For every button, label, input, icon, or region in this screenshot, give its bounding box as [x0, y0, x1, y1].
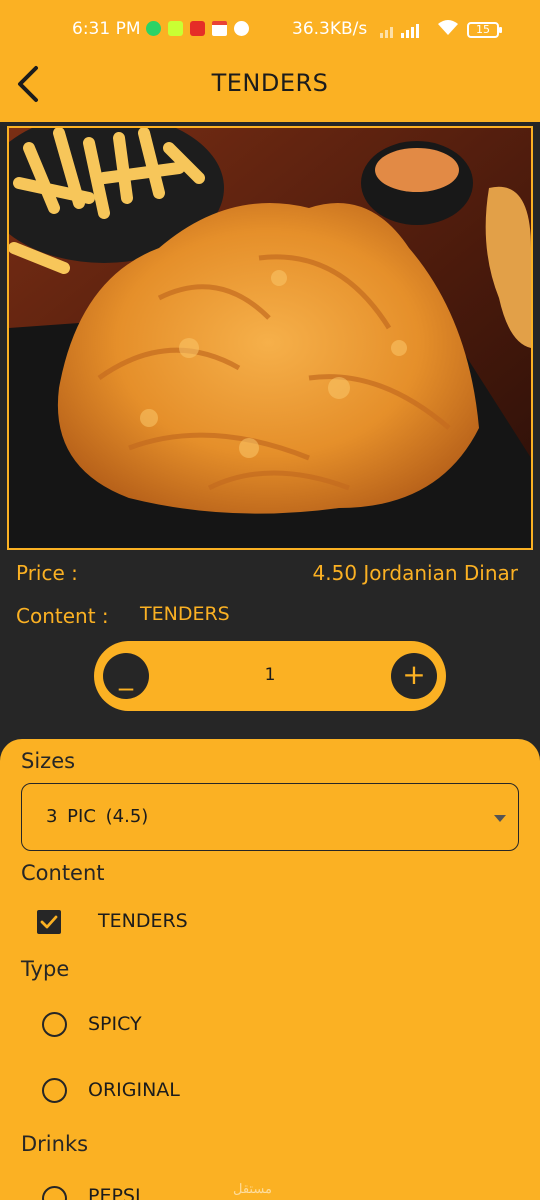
gmail-icon [212, 21, 227, 36]
price-value: 4.50 Jordanian Dinar [312, 561, 518, 585]
status-bar: 6:31 PM 36.3KB/s 15 [0, 0, 540, 60]
battery-icon: 15 [467, 22, 502, 38]
page-title: TENDERS [211, 69, 329, 97]
status-app-icons [146, 21, 249, 36]
notification-icon [234, 21, 249, 36]
checkmark-icon [40, 915, 58, 929]
size-select-value: 3 PIC (4.5) [46, 806, 149, 827]
caret-down-icon [494, 815, 506, 822]
product-image [7, 126, 533, 550]
app-header: 6:31 PM 36.3KB/s 15 TENDERS [0, 0, 540, 122]
type-option-label: SPICY [88, 1013, 142, 1035]
drink-radio-pepsi[interactable] [42, 1186, 67, 1200]
drinks-heading: Drinks [21, 1132, 89, 1156]
tenders-photo [9, 128, 531, 548]
drink-option-label: PEPSI [88, 1185, 141, 1200]
app-icon [168, 21, 183, 36]
signal-icon [380, 18, 419, 38]
status-time: 6:31 PM [72, 19, 141, 39]
type-radio-spicy[interactable] [42, 1012, 67, 1037]
options-panel: Sizes 3 PIC (4.5) Content TENDERS Type S… [0, 739, 540, 1200]
type-option-label: ORIGINAL [88, 1079, 180, 1101]
watermark: مستقل [233, 1182, 272, 1197]
type-radio-original[interactable] [42, 1078, 67, 1103]
increase-quantity-button[interactable]: + [391, 653, 437, 699]
price-label: Price : [16, 561, 78, 585]
content-option-label: TENDERS [98, 910, 188, 932]
wifi-icon [437, 19, 459, 42]
quantity-stepper: _ 1 + [94, 641, 446, 711]
content-value: TENDERS [140, 603, 230, 625]
youtube-icon [190, 21, 205, 36]
sizes-heading: Sizes [21, 749, 76, 773]
content-checkbox-tenders[interactable] [37, 910, 61, 934]
type-heading: Type [21, 957, 70, 981]
network-speed: 36.3KB/s [292, 19, 368, 39]
whatsapp-icon [146, 21, 161, 36]
content-heading: Content [21, 861, 105, 885]
content-label: Content : [16, 604, 109, 628]
size-select[interactable]: 3 PIC (4.5) [21, 783, 519, 851]
